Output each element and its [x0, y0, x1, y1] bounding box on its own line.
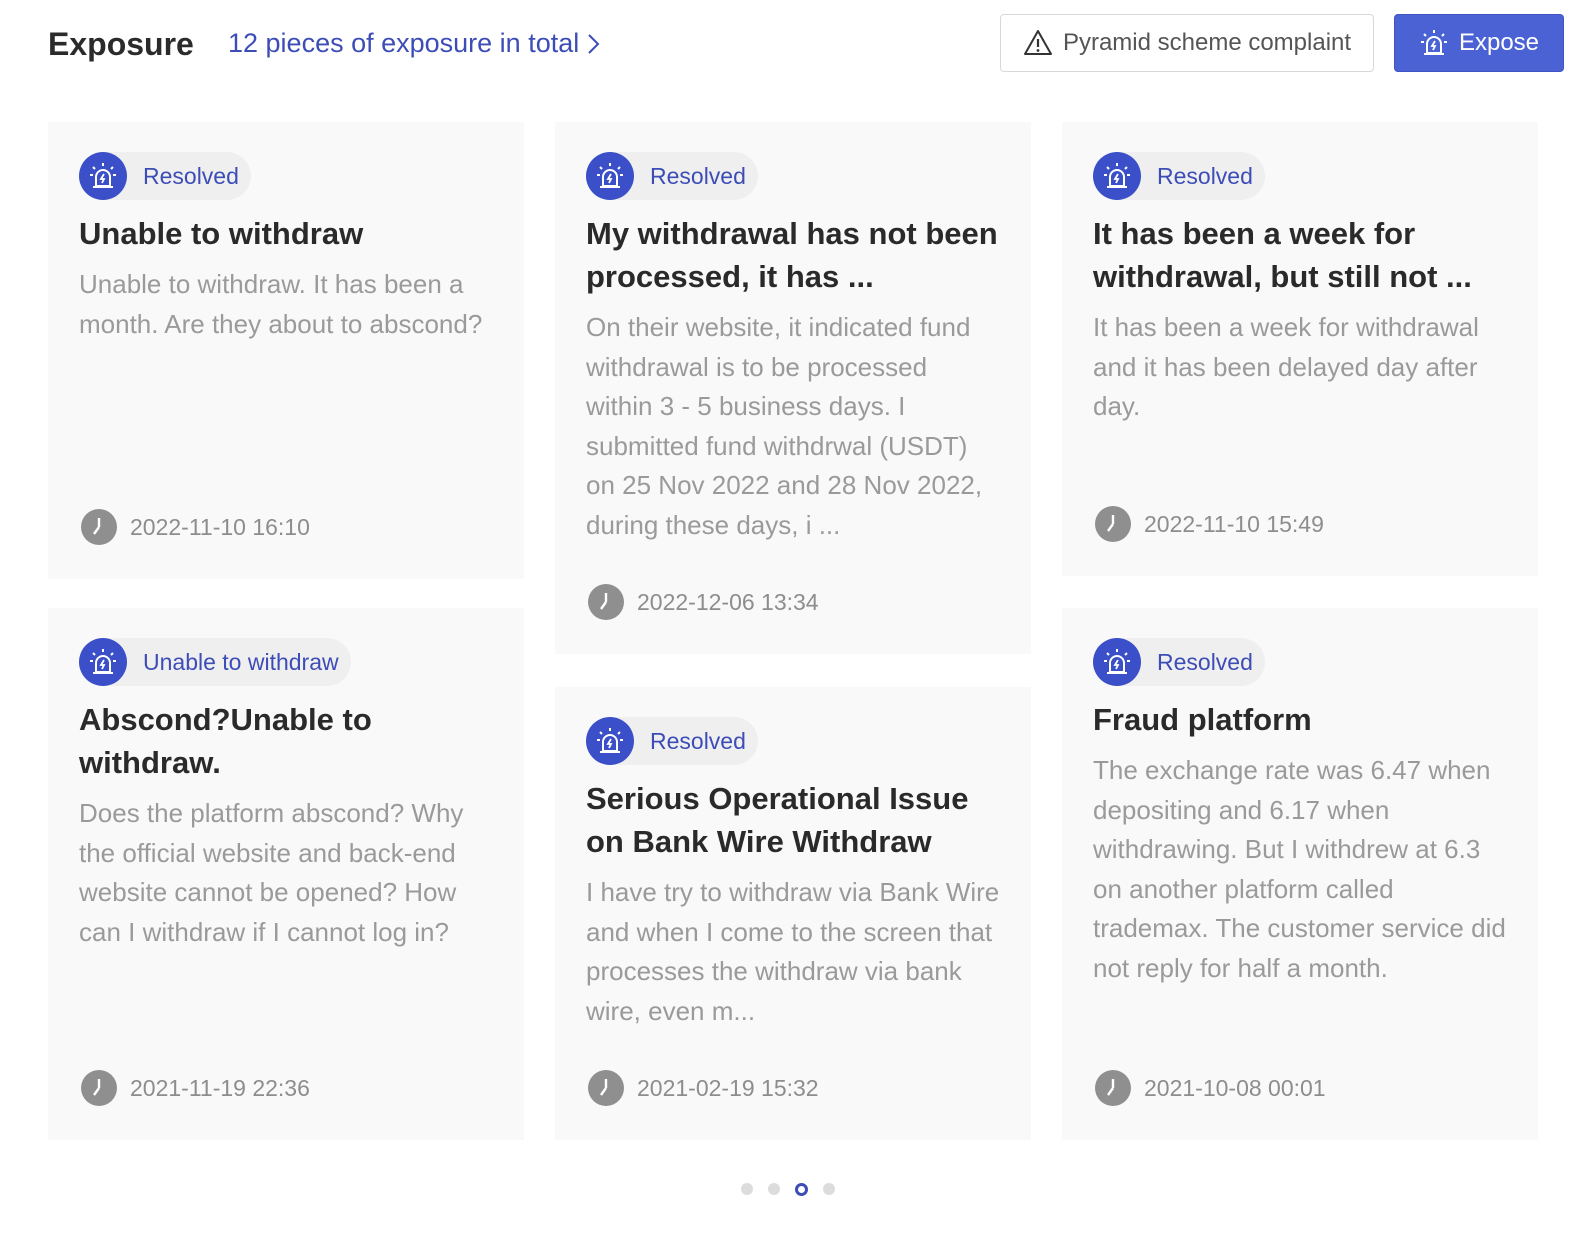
- status-badge: Resolved: [79, 152, 251, 200]
- card-description: The exchange rate was 6.47 when depositi…: [1093, 755, 1506, 983]
- card-description: On their website, it indicated fund with…: [586, 312, 983, 540]
- pagination-dot[interactable]: [768, 1183, 780, 1195]
- alarm-light-icon: [1420, 30, 1447, 55]
- alarm-light-icon: [79, 152, 127, 200]
- card-time-text: 2022-11-10 16:10: [130, 513, 310, 540]
- exposure-card[interactable]: Unable to withdraw Abscond?Unable to wit…: [48, 608, 524, 1140]
- status-badge: Unable to withdraw: [79, 638, 351, 686]
- clock-icon: [81, 509, 117, 545]
- exposure-card[interactable]: Resolved My withdrawal has not been proc…: [555, 122, 1031, 654]
- exposure-card[interactable]: Resolved Fraud platform The exchange rat…: [1062, 608, 1538, 1140]
- exposure-card[interactable]: Resolved Serious Operational Issue on Ba…: [555, 687, 1031, 1140]
- card-timestamp: 2021-11-19 22:36: [81, 1070, 310, 1106]
- status-badge: Resolved: [586, 717, 758, 765]
- clock-icon: [1095, 1070, 1131, 1106]
- expose-label: Expose: [1458, 29, 1540, 56]
- pagination-dot[interactable]: [741, 1183, 753, 1195]
- card-title: Fraud platform: [1093, 702, 1312, 737]
- alarm-light-icon: [79, 638, 127, 686]
- status-label: Resolved: [1157, 162, 1253, 189]
- alarm-light-icon: [586, 152, 634, 200]
- header: Exposure 12 pieces of exposure in total …: [48, 14, 1564, 74]
- status-label: Unable to withdraw: [143, 648, 339, 675]
- card-description: Unable to withdraw. It has been a month.…: [79, 269, 483, 339]
- alarm-light-icon: [1093, 638, 1141, 686]
- card-time-text: 2022-11-10 15:49: [1144, 510, 1324, 537]
- pagination-dot[interactable]: [823, 1183, 835, 1195]
- total-exposure-label: 12 pieces of exposure in total: [228, 28, 580, 58]
- status-label: Resolved: [143, 162, 239, 189]
- card-timestamp: 2022-11-10 16:10: [81, 509, 310, 545]
- pagination-dots: [741, 1183, 835, 1196]
- card-time-text: 2021-11-19 22:36: [130, 1074, 310, 1101]
- card-title: Unable to withdraw: [79, 216, 364, 251]
- card-time-text: 2021-10-08 00:01: [1144, 1074, 1326, 1101]
- exposure-card[interactable]: Resolved Unable to withdraw Unable to wi…: [48, 122, 524, 579]
- page-title: Exposure: [48, 26, 194, 62]
- clock-icon: [588, 584, 624, 620]
- chevron-right-icon: [588, 33, 600, 54]
- card-timestamp: 2022-12-06 13:34: [588, 584, 819, 620]
- alarm-light-icon: [1093, 152, 1141, 200]
- card-title: My withdrawal has not been processed, it…: [586, 216, 998, 294]
- total-exposure-link[interactable]: 12 pieces of exposure in total: [228, 28, 603, 59]
- alarm-light-icon: [586, 717, 634, 765]
- card-timestamp: 2021-10-08 00:01: [1095, 1070, 1326, 1106]
- exposure-card[interactable]: Resolved It has been a week for withdraw…: [1062, 122, 1538, 576]
- status-label: Resolved: [1157, 648, 1253, 675]
- clock-icon: [1095, 506, 1131, 542]
- card-title: Abscond?Unable to withdraw.: [79, 702, 372, 780]
- warning-triangle-icon: [1023, 30, 1052, 55]
- pyramid-complaint-button[interactable]: Pyramid scheme complaint: [1000, 14, 1374, 72]
- card-time-text: 2021-02-19 15:32: [637, 1074, 819, 1101]
- pyramid-complaint-label: Pyramid scheme complaint: [1062, 29, 1352, 56]
- card-timestamp: 2022-11-10 15:49: [1095, 506, 1324, 542]
- status-label: Resolved: [650, 162, 746, 189]
- card-time-text: 2022-12-06 13:34: [637, 588, 819, 615]
- pagination-dot-active[interactable]: [795, 1183, 808, 1196]
- status-badge: Resolved: [1093, 638, 1265, 686]
- status-badge: Resolved: [586, 152, 758, 200]
- clock-icon: [81, 1070, 117, 1106]
- card-description: Does the platform abscond? Why the offic…: [79, 798, 464, 947]
- card-title: It has been a week for withdrawal, but s…: [1093, 216, 1472, 294]
- card-description: I have try to withdraw via Bank Wire and…: [586, 877, 1000, 1026]
- status-badge: Resolved: [1093, 152, 1265, 200]
- status-label: Resolved: [650, 727, 746, 754]
- card-timestamp: 2021-02-19 15:32: [588, 1070, 819, 1106]
- card-title: Serious Operational Issue on Bank Wire W…: [586, 781, 969, 859]
- card-description: It has been a week for withdrawal and it…: [1093, 312, 1479, 421]
- clock-icon: [588, 1070, 624, 1106]
- expose-button[interactable]: Expose: [1394, 14, 1564, 72]
